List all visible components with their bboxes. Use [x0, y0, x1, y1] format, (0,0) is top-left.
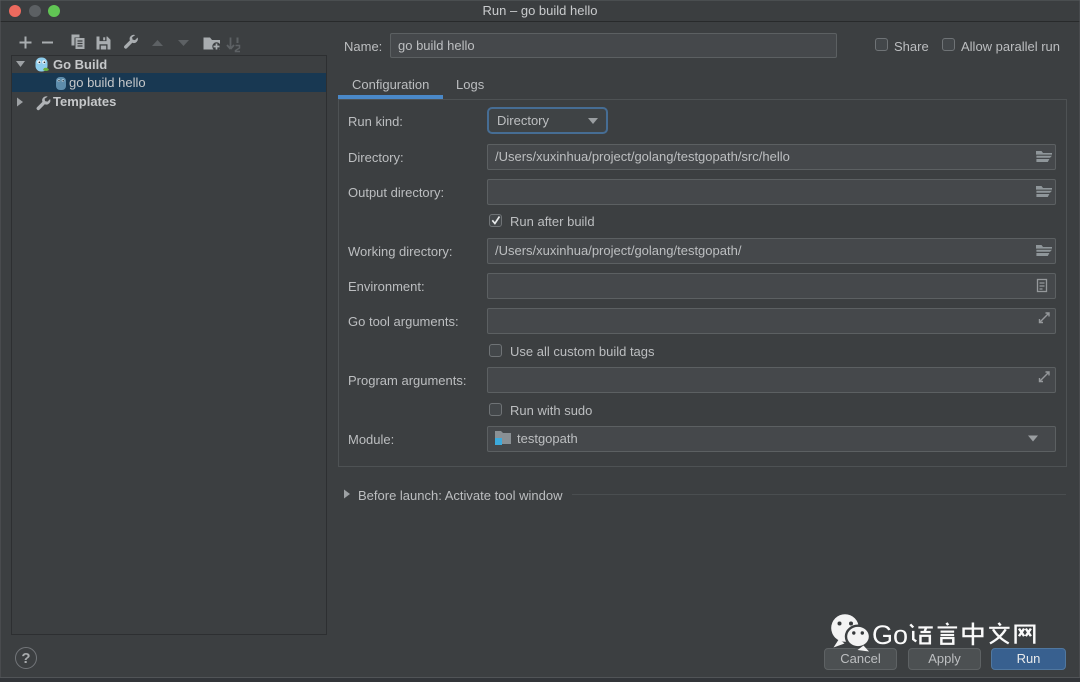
svg-text:Go: Go [872, 620, 908, 650]
